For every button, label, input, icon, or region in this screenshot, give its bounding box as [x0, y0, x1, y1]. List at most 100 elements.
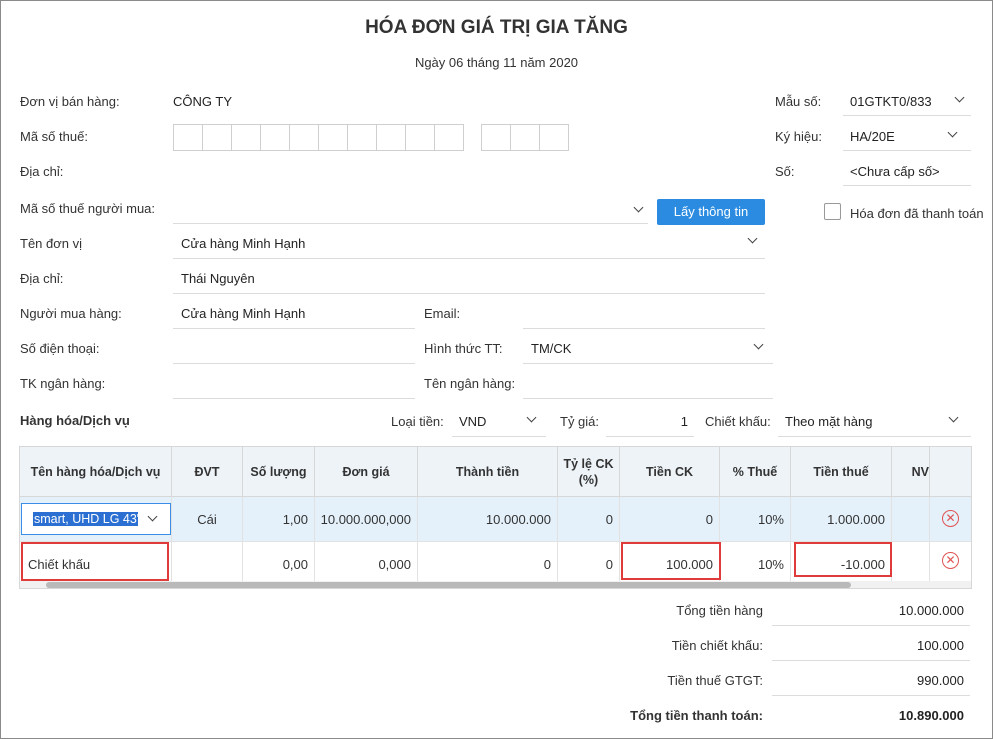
col-header-disc-rate[interactable]: Tỷ lệ CK (%)	[558, 447, 620, 497]
invoice-number-label: Số:	[775, 164, 795, 179]
email-input[interactable]	[523, 299, 765, 329]
goods-section-label: Hàng hóa/Dịch vụ	[20, 413, 130, 428]
bank-account-label: TK ngân hàng:	[20, 376, 106, 391]
cell-tax-rate[interactable]: 10%	[720, 497, 791, 542]
highlight-discount-amount	[621, 542, 721, 580]
col-header-price[interactable]: Đơn giá	[315, 447, 418, 497]
col-header-name[interactable]: Tên hàng hóa/Dịch vụ	[20, 447, 172, 497]
col-header-unit[interactable]: ĐVT	[172, 447, 243, 497]
total-goods-value: 10.000.000	[898, 603, 964, 618]
chevron-down-icon	[954, 92, 965, 103]
invoice-title: HÓA ĐƠN GIÁ TRỊ GIA TĂNG	[365, 17, 628, 38]
bank-name-input[interactable]	[523, 369, 773, 399]
currency-label: Loại tiền:	[391, 414, 444, 429]
total-vat-value: 990.000	[917, 673, 964, 688]
payment-method-value: TM/CK	[531, 341, 572, 356]
tax-digit-box	[347, 124, 377, 151]
discount-type-value: Theo mặt hàng	[785, 414, 873, 429]
paid-checkbox[interactable]	[824, 203, 841, 220]
fetch-info-button[interactable]: Lấy thông tin	[657, 199, 765, 225]
discount-type-select[interactable]: Theo mặt hàng	[778, 407, 971, 437]
total-vat-field: 990.000	[772, 666, 970, 696]
buyer-tax-code-label: Mã số thuế người mua:	[20, 201, 156, 216]
col-header-disc-amount[interactable]: Tiền CK	[620, 447, 720, 497]
chevron-down-icon	[526, 412, 537, 423]
highlight-tax-amount	[794, 542, 892, 577]
payment-method-label: Hình thức TT:	[424, 341, 503, 356]
buyer-unit-label: Tên đơn vị	[20, 236, 82, 251]
cell-qty[interactable]: 1,00	[243, 497, 315, 542]
table-horizontal-scrollbar[interactable]	[20, 581, 971, 588]
tax-digit-box	[510, 124, 540, 151]
buyer-unit-select[interactable]: Cửa hàng Minh Hạnh	[173, 229, 765, 259]
buyer-name-input[interactable]: Cửa hàng Minh Hạnh	[173, 299, 415, 329]
invoice-number-value: <Chưa cấp số>	[850, 164, 940, 179]
buyer-name-value: Cửa hàng Minh Hạnh	[181, 306, 306, 321]
invoice-number-field: <Chưa cấp số>	[843, 156, 971, 186]
buyer-address-input[interactable]: Thái Nguyên	[173, 264, 765, 294]
cell-disc-amount[interactable]: 0	[620, 497, 720, 542]
buyer-unit-value: Cửa hàng Minh Hạnh	[181, 236, 306, 251]
buyer-name-label: Người mua hàng:	[20, 306, 122, 321]
chevron-down-icon	[147, 511, 158, 522]
total-discount-label: Tiền chiết khấu:	[671, 638, 763, 653]
tax-digit-box	[231, 124, 261, 151]
symbol-select[interactable]: HA/20E	[843, 121, 971, 151]
col-header-tax-amount[interactable]: Tiền thuế	[791, 447, 892, 497]
bank-name-label: Tên ngân hàng:	[424, 376, 516, 391]
delete-row-icon[interactable]: ✕	[942, 510, 959, 527]
seller-tax-code-boxes	[173, 124, 464, 151]
seller-unit-label: Đơn vị bán hàng:	[20, 94, 120, 109]
symbol-label: Ký hiệu:	[775, 129, 822, 144]
chevron-down-icon	[633, 202, 644, 213]
seller-address-label: Địa chỉ:	[20, 164, 64, 179]
cell-unit[interactable]: Cái	[172, 497, 243, 542]
tax-digit-box	[405, 124, 435, 151]
invoice-date: Ngày 06 tháng 11 năm 2020	[414, 55, 579, 70]
highlight-discount-name	[21, 542, 169, 581]
total-payment-field: 10.890.000	[772, 701, 970, 731]
seller-tax-code-label: Mã số thuế:	[20, 129, 88, 144]
col-header-tax-rate[interactable]: % Thuế	[720, 447, 791, 497]
currency-value: VND	[459, 414, 487, 429]
bank-account-input[interactable]	[173, 369, 415, 399]
seller-tax-branch-boxes	[481, 124, 569, 151]
buyer-address-label: Địa chỉ:	[20, 271, 64, 286]
cell-nv[interactable]	[892, 497, 930, 542]
buyer-tax-code-input[interactable]	[173, 196, 648, 224]
form-number-select[interactable]: 01GTKT0/833	[843, 86, 971, 116]
exchange-rate-value: 1	[680, 414, 688, 429]
paid-label: Hóa đơn đã thanh toán	[850, 206, 984, 221]
phone-label: Số điện thoại:	[20, 341, 100, 356]
exchange-rate-label: Tỷ giá:	[560, 414, 600, 429]
total-goods-label: Tổng tiền hàng	[676, 603, 763, 618]
total-vat-label: Tiền thuế GTGT:	[667, 673, 763, 688]
tax-digit-box	[260, 124, 290, 151]
exchange-rate-input[interactable]: 1	[606, 407, 694, 437]
tax-digit-box	[318, 124, 348, 151]
col-header-nv[interactable]: NV	[892, 447, 930, 497]
scrollbar-thumb[interactable]	[46, 582, 851, 588]
email-label: Email:	[424, 306, 461, 321]
col-header-amount[interactable]: Thành tiền	[418, 447, 558, 497]
cell-disc-rate[interactable]: 0	[558, 497, 620, 542]
phone-input[interactable]	[173, 334, 415, 364]
currency-select[interactable]: VND	[452, 407, 546, 437]
tax-digit-box	[434, 124, 464, 151]
payment-method-select[interactable]: TM/CK	[523, 334, 773, 364]
buyer-address-value: Thái Nguyên	[181, 271, 255, 286]
cell-tax-amount[interactable]: 1.000.000	[791, 497, 892, 542]
delete-row-icon[interactable]: ✕	[942, 552, 959, 569]
col-header-actions	[930, 447, 971, 497]
cell-amount[interactable]: 10.000.000	[418, 497, 558, 542]
tax-digit-box	[202, 124, 232, 151]
total-goods-field: 10.000.000	[772, 596, 970, 626]
chevron-down-icon	[948, 412, 959, 423]
col-header-qty[interactable]: Số lượng	[243, 447, 315, 497]
product-name-value: smart, UHD LG 43"	[33, 512, 138, 526]
discount-type-label: Chiết khấu:	[705, 414, 771, 429]
cell-price[interactable]: 10.000.000,000	[315, 497, 418, 542]
symbol-value: HA/20E	[850, 129, 895, 144]
product-name-select[interactable]: smart, UHD LG 43"	[21, 503, 171, 535]
chevron-down-icon	[753, 339, 764, 350]
